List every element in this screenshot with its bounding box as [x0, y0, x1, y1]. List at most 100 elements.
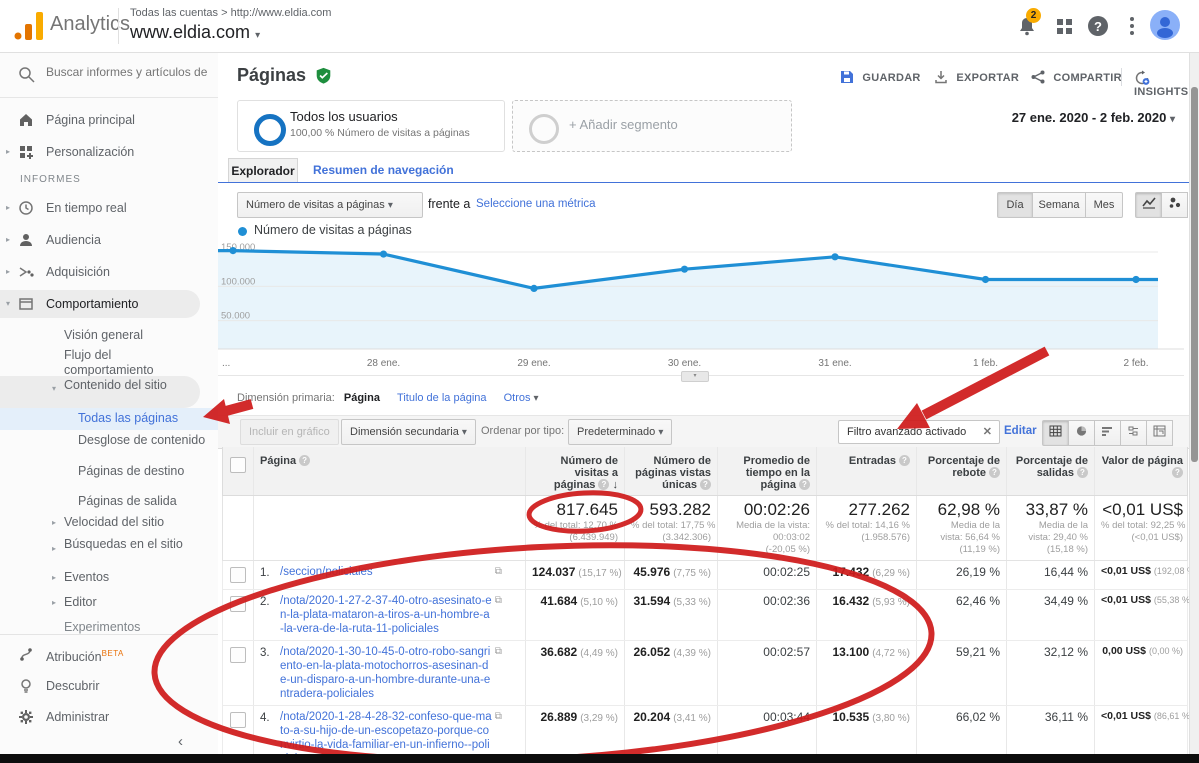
- dimension-page[interactable]: Página: [344, 392, 380, 404]
- sidebar-search[interactable]: [0, 60, 218, 92]
- analytics-logo-icon[interactable]: [14, 12, 44, 40]
- expand-arrow-icon: ▸: [6, 259, 10, 285]
- day-button[interactable]: Día: [997, 192, 1033, 218]
- add-segment-card[interactable]: + Añadir segmento: [512, 100, 792, 152]
- collapse-sidebar-icon[interactable]: ‹: [178, 733, 183, 750]
- pivot-view-button[interactable]: [1147, 420, 1173, 446]
- sidebar-item-discover[interactable]: Descubrir: [0, 673, 218, 699]
- column-header[interactable]: Número de páginas vistas únicas?: [624, 447, 717, 495]
- open-page-icon[interactable]: ⧉: [492, 595, 502, 606]
- sidebar-item-events[interactable]: Eventos: [64, 570, 204, 585]
- sidebar-item-behavior[interactable]: ▾ Comportamiento: [0, 291, 218, 317]
- sidebar-item-landing-pages[interactable]: Páginas de destino: [78, 464, 208, 479]
- sidebar-item-site-content[interactable]: Contenido del sitio: [64, 378, 204, 393]
- close-icon[interactable]: ✕: [983, 421, 992, 443]
- sidebar-item-behavior-flow[interactable]: Flujo del comportamiento: [64, 348, 204, 378]
- dimension-page-title[interactable]: Titulo de la página: [397, 392, 487, 404]
- row-checkbox[interactable]: [230, 596, 246, 612]
- sidebar-item-exit-pages[interactable]: Páginas de salida: [78, 494, 208, 509]
- share-button[interactable]: COMPARTIR: [1031, 70, 1122, 84]
- data-table-view-button[interactable]: [1042, 420, 1069, 446]
- open-page-icon[interactable]: ⧉: [492, 711, 502, 722]
- open-page-icon[interactable]: ⧉: [492, 566, 502, 577]
- sidebar-item-attribution[interactable]: AtribuciónBETA: [0, 641, 218, 667]
- sidebar-item-experiments[interactable]: Experimentos: [64, 620, 204, 635]
- column-header[interactable]: Valor de página?: [1094, 447, 1189, 495]
- open-page-icon[interactable]: ⧉: [492, 646, 502, 657]
- sidebar-item-home[interactable]: Página principal: [0, 107, 218, 133]
- tab-explorer[interactable]: Explorador: [228, 158, 298, 183]
- select-metric-link[interactable]: Seleccione una métrica: [476, 198, 596, 210]
- export-button[interactable]: EXPORTAR: [934, 70, 1019, 84]
- apps-grid-icon[interactable]: [1053, 14, 1077, 38]
- page-url-link[interactable]: /nota/2020-1-27-2-37-40-otro-asesinato-e…: [280, 594, 492, 636]
- performance-view-button[interactable]: [1095, 420, 1121, 446]
- breadcrumb[interactable]: Todas las cuentas > http://www.eldia.com: [130, 7, 331, 19]
- sidebar-item-customization[interactable]: ▸ Personalización: [0, 139, 218, 165]
- table-row: 1./seccion/policiales ⧉124.037(15,17 %)4…: [222, 561, 1188, 590]
- sidebar-item-overview[interactable]: Visión general: [64, 328, 204, 343]
- totals-value: 817.645: [532, 500, 618, 520]
- help-badge-icon[interactable]: ?: [989, 467, 1000, 478]
- row-checkbox[interactable]: [230, 647, 246, 663]
- month-button[interactable]: Mes: [1086, 192, 1123, 218]
- tab-navigation-summary[interactable]: Resumen de navegación: [313, 158, 454, 182]
- motion-chart-button[interactable]: [1162, 192, 1188, 218]
- sidebar-item-audience[interactable]: ▸ Audiencia: [0, 227, 218, 253]
- segment-subtitle: 100,00 % Número de visitas a páginas: [290, 127, 470, 139]
- comparison-view-button[interactable]: [1121, 420, 1147, 446]
- line-chart-button[interactable]: [1135, 192, 1162, 218]
- column-header[interactable]: Porcentaje de salidas?: [1006, 447, 1094, 495]
- help-badge-icon[interactable]: ?: [899, 455, 910, 466]
- help-badge-icon[interactable]: ?: [1172, 467, 1183, 478]
- help-icon[interactable]: ?: [1086, 14, 1110, 38]
- page-url-link[interactable]: /nota/2020-1-30-10-45-0-otro-robo-sangri…: [280, 645, 492, 701]
- sidebar-item-content-drilldown[interactable]: Desglose de contenido: [78, 433, 208, 448]
- chart-resize-handle[interactable]: ▾: [681, 371, 709, 382]
- main-content: Páginas GUARDAR EXPORTAR COMPARTIR INSIG…: [218, 52, 1199, 763]
- help-badge-icon[interactable]: ?: [598, 479, 609, 490]
- secondary-dimension-dropdown[interactable]: Dimensión secundaria ▾: [341, 419, 476, 445]
- more-options-icon[interactable]: [1120, 14, 1144, 38]
- sidebar-item-site-speed[interactable]: Velocidad del sitio: [64, 515, 204, 530]
- percentage-view-button[interactable]: [1069, 420, 1095, 446]
- column-header[interactable]: Promedio de tiempo en la página?: [717, 447, 816, 495]
- search-input[interactable]: [44, 64, 213, 80]
- column-header[interactable]: Número de visitas a páginas? ↓: [525, 447, 624, 495]
- sidebar-item-all-pages[interactable]: Todas las páginas: [78, 411, 208, 426]
- column-header[interactable]: Página?: [253, 447, 525, 495]
- page-url-link[interactable]: /seccion/policiales: [280, 565, 492, 579]
- top-header-bar: Analytics Todas las cuentas > http://www…: [0, 0, 1199, 53]
- account-selector[interactable]: www.eldia.com ▾: [130, 22, 260, 43]
- sidebar-item-site-search[interactable]: Búsquedas en el sitio: [64, 537, 204, 552]
- help-badge-icon[interactable]: ?: [700, 479, 711, 490]
- include-in-chart-button[interactable]: Incluir en gráfico: [240, 419, 339, 445]
- date-range-selector[interactable]: 27 ene. 2020 - 2 feb. 2020 ▾: [1012, 110, 1175, 125]
- svg-text:100.000: 100.000: [221, 276, 255, 287]
- help-badge-icon[interactable]: ?: [1077, 467, 1088, 478]
- exit-rate-cell: 32,12 %: [1006, 641, 1094, 705]
- edit-filter-link[interactable]: Editar: [1004, 425, 1037, 437]
- column-header[interactable]: Entradas?: [816, 447, 916, 495]
- row-checkbox[interactable]: [230, 567, 246, 583]
- help-badge-icon[interactable]: ?: [299, 455, 310, 466]
- segment-card-all-users[interactable]: Todos los usuarios 100,00 % Número de vi…: [237, 100, 505, 152]
- sidebar-item-publisher[interactable]: Editor: [64, 595, 204, 610]
- column-header[interactable]: Porcentaje de rebote?: [916, 447, 1006, 495]
- sidebar-item-realtime[interactable]: ▸ En tiempo real: [0, 195, 218, 221]
- week-button[interactable]: Semana: [1033, 192, 1086, 218]
- metric-selector-dropdown[interactable]: Número de visitas a páginas ▾: [237, 192, 423, 218]
- sidebar-item-admin[interactable]: Administrar: [0, 704, 218, 730]
- save-button[interactable]: GUARDAR: [840, 70, 921, 84]
- sidebar-item-acquisition[interactable]: ▸ Adquisición: [0, 259, 218, 285]
- sort-type-dropdown[interactable]: Predeterminado ▾: [568, 419, 672, 445]
- select-all-checkbox[interactable]: [230, 457, 246, 473]
- row-checkbox[interactable]: [230, 712, 246, 728]
- expand-arrow-icon: ▸: [6, 195, 10, 221]
- help-badge-icon[interactable]: ?: [799, 479, 810, 490]
- avatar[interactable]: [1150, 10, 1180, 40]
- table-view-buttons: [1042, 420, 1173, 446]
- scrollbar-thumb[interactable]: [1191, 87, 1198, 462]
- dimension-others[interactable]: Otros ▾: [504, 392, 539, 404]
- vertical-scrollbar[interactable]: [1189, 52, 1199, 763]
